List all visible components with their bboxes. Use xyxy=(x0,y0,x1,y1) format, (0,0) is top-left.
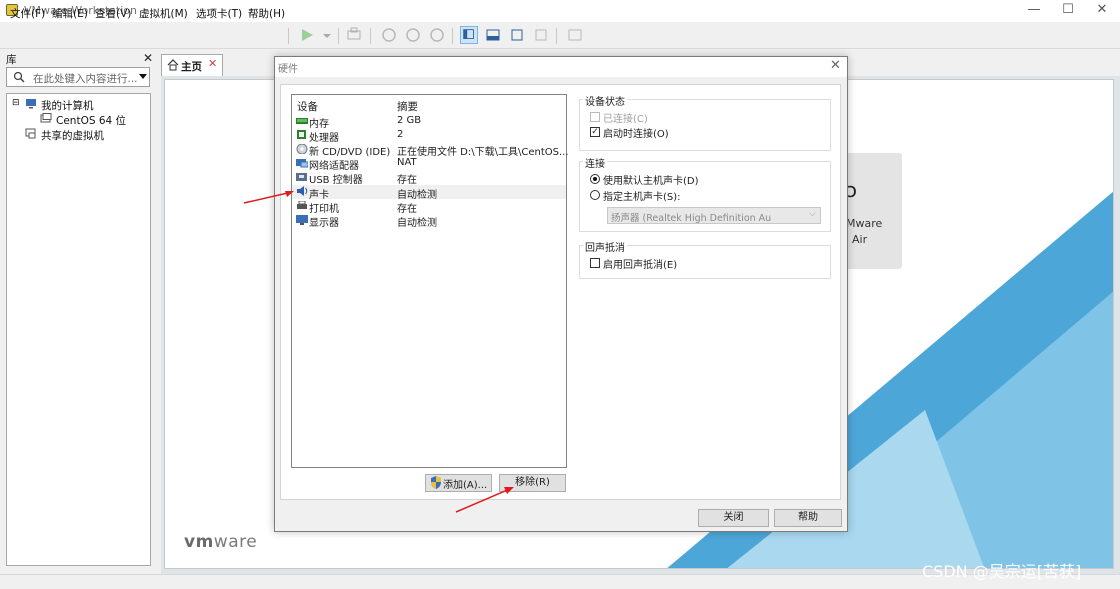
device-name[interactable]: 处理器 xyxy=(309,129,339,144)
device-summary: 自动检测 xyxy=(397,190,437,201)
menu-file[interactable]: 文件(F) xyxy=(10,6,45,21)
library-search-placeholder: 在此处键入内容进行... xyxy=(33,73,138,85)
full-screen-icon[interactable] xyxy=(508,26,526,44)
close-icon[interactable]: ✕ xyxy=(143,51,153,65)
toolbar-separator xyxy=(288,28,289,44)
play-icon[interactable] xyxy=(298,26,316,44)
tile-text-line2: Air xyxy=(852,233,868,246)
device-name[interactable]: USB 控制器 xyxy=(309,171,363,186)
tab-home-label: 主页 xyxy=(181,61,202,73)
dialog-help-button[interactable]: 帮助 xyxy=(774,509,842,527)
dialog-close-icon[interactable]: ✕ xyxy=(830,58,841,73)
connected-checkbox[interactable] xyxy=(590,112,600,122)
connected-label: 已连接(C) xyxy=(603,114,648,125)
device-summary: 正在使用文件 D:\下载\工具\CentOS... xyxy=(397,147,569,158)
device-summary: NAT xyxy=(397,157,417,168)
vmware-logo: vmware xyxy=(184,532,258,552)
computer-icon xyxy=(26,99,36,109)
unity-icon[interactable] xyxy=(532,26,550,44)
device-name[interactable]: 内存 xyxy=(309,115,329,130)
toolbar-separator xyxy=(556,28,557,44)
shared-vms-icon xyxy=(25,128,36,139)
menu-tabs[interactable]: 选项卡(T) xyxy=(196,6,242,21)
device-name[interactable]: 网络适配器 xyxy=(309,157,359,172)
device-name-selected[interactable]: 声卡 xyxy=(309,186,329,201)
close-window-button[interactable]: ✕ xyxy=(1082,0,1120,22)
dialog-title: 硬件 xyxy=(278,64,298,75)
library-tree xyxy=(6,93,151,566)
tile-text-line1: Mware xyxy=(846,217,883,230)
search-icon xyxy=(13,71,25,83)
device-summary: 2 xyxy=(397,129,404,140)
connect-remote-server-tile[interactable] xyxy=(842,153,902,269)
close-icon[interactable]: ✕ xyxy=(208,57,217,70)
vm-icon xyxy=(40,113,52,123)
annotation-arrow-icon xyxy=(455,487,514,513)
specify-sound-card-radio[interactable] xyxy=(590,190,600,200)
chevron-down-icon[interactable] xyxy=(139,74,147,80)
toolbar-separator xyxy=(370,28,371,44)
device-summary: 2 GB xyxy=(397,115,422,126)
cd-dvd-icon xyxy=(296,144,308,154)
connect-at-power-on-label: 启动时连接(O) xyxy=(603,129,669,140)
dialog-title-bar xyxy=(275,57,847,77)
echo-cancellation-label: 回声抵消 xyxy=(583,239,627,254)
toolbar-separator xyxy=(338,28,339,44)
annotation-arrow-icon xyxy=(243,191,294,204)
menu-view[interactable]: 查看(V) xyxy=(95,6,131,21)
menu-bar xyxy=(0,22,1120,49)
device-name[interactable]: 新 CD/DVD (IDE) xyxy=(309,143,390,158)
snapshot-icon[interactable] xyxy=(380,26,398,44)
device-summary: 存在 xyxy=(397,175,417,186)
list-header-summary[interactable]: 摘要 xyxy=(397,99,418,114)
library-title: 库 xyxy=(6,54,17,66)
enable-echo-cancellation-label: 启用回声抵消(E) xyxy=(603,260,678,271)
console-view-icon[interactable] xyxy=(566,26,584,44)
shield-icon xyxy=(431,476,441,489)
device-status-label: 设备状态 xyxy=(583,93,627,108)
menu-vm[interactable]: 虚拟机(M) xyxy=(139,6,188,21)
show-library-icon[interactable] xyxy=(460,26,478,44)
thumbnail-bar-icon[interactable] xyxy=(484,26,502,44)
tree-item-centos[interactable]: CentOS 64 位 xyxy=(56,113,126,128)
memory-icon xyxy=(296,118,308,124)
processor-icon xyxy=(297,130,306,139)
device-summary: 自动检测 xyxy=(397,218,437,229)
use-default-sound-card-label: 使用默认主机声卡(D) xyxy=(603,176,699,187)
display-icon xyxy=(296,215,308,225)
chevron-down-icon: ⌵ xyxy=(809,209,816,219)
tree-item-my-computer[interactable]: 我的计算机 xyxy=(41,98,94,113)
usb-controller-icon xyxy=(296,173,307,181)
connect-at-power-on-checkbox[interactable]: ✓ xyxy=(590,127,600,137)
watermark: CSDN @吴宗运[苦获] xyxy=(922,562,1082,581)
enable-echo-cancellation-checkbox[interactable] xyxy=(590,258,600,268)
chevron-down-icon[interactable] xyxy=(318,26,336,44)
device-name[interactable]: 显示器 xyxy=(309,214,339,229)
menu-edit[interactable]: 编辑(E) xyxy=(52,6,88,21)
network-adapter-icon xyxy=(296,159,308,168)
connection-label: 连接 xyxy=(583,155,607,170)
specify-sound-card-label: 指定主机声卡(S): xyxy=(603,192,681,203)
list-header-device[interactable]: 设备 xyxy=(297,99,318,114)
use-default-sound-card-radio[interactable] xyxy=(590,174,600,184)
device-summary: 存在 xyxy=(397,204,417,215)
revert-snapshot-icon[interactable] xyxy=(404,26,422,44)
sound-card-select-value: 扬声器 (Realtek High Definition Au xyxy=(611,213,772,224)
tree-expander[interactable]: ⊟ xyxy=(12,98,20,108)
home-icon xyxy=(167,59,179,71)
toolbar-separator xyxy=(452,28,453,44)
dialog-close-button[interactable]: 关闭 xyxy=(698,509,769,527)
send-ctrl-alt-del-icon[interactable] xyxy=(345,26,363,44)
tree-item-shared-vms[interactable]: 共享的虚拟机 xyxy=(41,128,104,143)
snapshot-manager-icon[interactable] xyxy=(428,26,446,44)
menu-help[interactable]: 帮助(H) xyxy=(248,6,285,21)
device-name[interactable]: 打印机 xyxy=(309,200,339,215)
